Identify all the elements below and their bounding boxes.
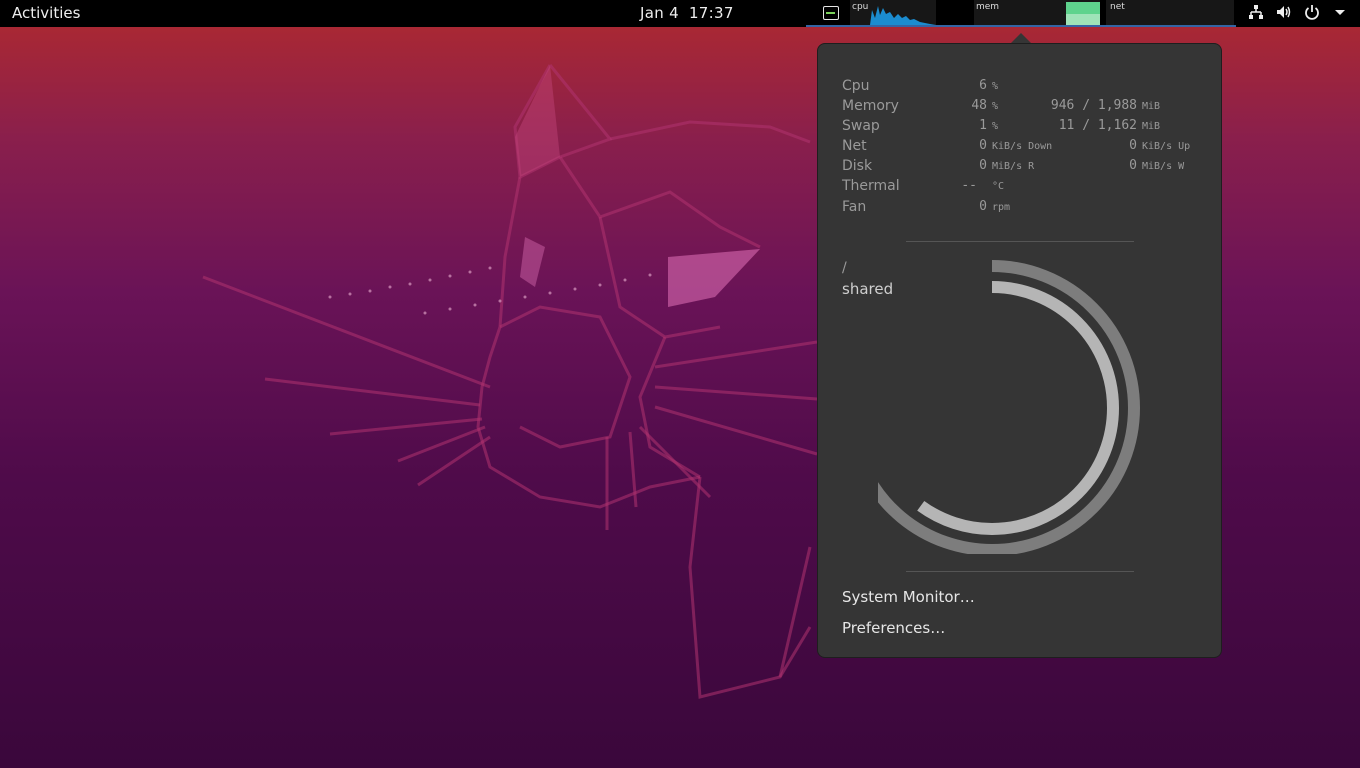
stat-name: Net <box>842 138 867 154</box>
system-tray[interactable] <box>1248 4 1348 20</box>
network-icon[interactable] <box>1248 4 1264 20</box>
power-icon[interactable] <box>1304 4 1320 20</box>
stat-row-swap: Swap 1 % 11 / 1,162 MiB <box>842 118 1212 138</box>
stat-value: 0 <box>979 138 987 153</box>
stat-value-secondary: 11 / 1,162 <box>1058 118 1137 133</box>
preferences-menu-item[interactable]: Preferences… <box>842 619 945 637</box>
stat-unit-secondary: MiB <box>1142 121 1161 132</box>
menu-arrow-icon[interactable] <box>1332 4 1348 20</box>
stat-value-secondary: 946 / 1,988 <box>1050 98 1137 113</box>
disk-ring-shared <box>878 281 1119 535</box>
stat-row-cpu: Cpu 6 % <box>842 78 1212 98</box>
system-monitor-icon <box>823 6 839 20</box>
system-monitor-popup: Cpu 6 % Memory 48 % 946 / 1,988 MiB Swap… <box>817 43 1222 658</box>
net-graph-label: net <box>1110 2 1125 12</box>
popup-arrow <box>1011 33 1031 43</box>
stat-row-disk: Disk 0 MiB/s R 0 MiB/s W <box>842 158 1212 178</box>
stat-name: Cpu <box>842 78 870 94</box>
stat-unit-secondary: MiB/s W <box>1142 161 1185 172</box>
stat-name: Thermal <box>842 178 900 194</box>
stat-value: 0 <box>979 158 987 173</box>
stat-unit: % <box>992 81 999 92</box>
activities-button[interactable]: Activities <box>12 4 80 22</box>
volume-icon[interactable] <box>1276 4 1292 20</box>
clock[interactable]: Jan 4 17:37 <box>640 4 744 22</box>
disk-ring-root <box>878 260 1140 554</box>
mem-graph: mem <box>974 0 1100 25</box>
stats-table: Cpu 6 % Memory 48 % 946 / 1,988 MiB Swap… <box>842 78 1212 220</box>
clock-date: Jan 4 <box>640 4 679 22</box>
stat-value-secondary: 0 <box>1129 158 1137 173</box>
clock-time: 17:37 <box>688 4 734 22</box>
net-graph: net <box>1106 0 1234 25</box>
stat-row-memory: Memory 48 % 946 / 1,988 MiB <box>842 98 1212 118</box>
stat-row-thermal: Thermal -- °C <box>842 178 1212 199</box>
stat-name: Fan <box>842 199 867 215</box>
stat-value-secondary: 0 <box>1129 138 1137 153</box>
stat-unit: % <box>992 101 999 112</box>
stat-value: -- <box>961 178 977 193</box>
stat-name: Disk <box>842 158 873 174</box>
stat-value: 0 <box>979 199 987 214</box>
system-monitor-indicator[interactable]: cpu mem net <box>806 0 1236 27</box>
disk-mount-root: / <box>842 260 847 276</box>
cpu-graph: cpu <box>850 0 936 25</box>
stat-name: Memory <box>842 98 899 114</box>
mem-graph-label: mem <box>976 2 1000 12</box>
stat-row-fan: Fan 0 rpm <box>842 199 1212 220</box>
disk-usage-rings <box>878 260 1140 554</box>
stat-name: Swap <box>842 118 880 134</box>
stat-unit: rpm <box>992 202 1011 213</box>
cpu-graph-label: cpu <box>852 2 869 12</box>
separator <box>906 571 1134 572</box>
system-monitor-menu-item[interactable]: System Monitor… <box>842 588 975 606</box>
stat-row-net: Net 0 KiB/s Down 0 KiB/s Up <box>842 138 1212 158</box>
stat-unit: % <box>992 121 999 132</box>
stat-value: 6 <box>979 78 987 93</box>
stat-unit-secondary: MiB <box>1142 101 1161 112</box>
stat-value: 1 <box>979 118 987 133</box>
stat-unit: °C <box>992 181 1005 192</box>
separator <box>906 241 1134 242</box>
stat-value: 48 <box>971 98 987 113</box>
stat-unit-secondary: KiB/s Up <box>1142 141 1191 152</box>
top-bar: Activities Jan 4 17:37 cpu mem net <box>0 0 1360 27</box>
